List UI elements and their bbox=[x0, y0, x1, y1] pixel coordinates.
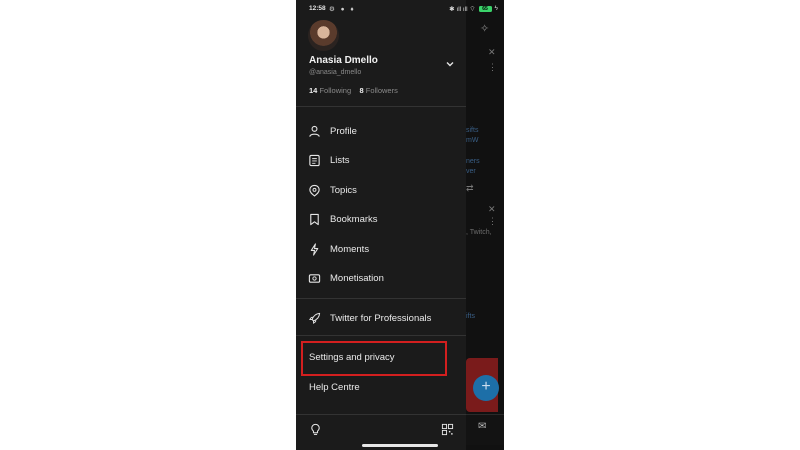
money-icon bbox=[308, 272, 321, 285]
bg-text: ifts bbox=[466, 313, 475, 320]
following-count: 14 bbox=[309, 86, 318, 95]
home-indicator[interactable] bbox=[362, 444, 438, 447]
bg-text: ver bbox=[466, 168, 476, 175]
topic-icon bbox=[308, 184, 321, 197]
menu-item-lists[interactable]: Lists bbox=[308, 151, 350, 169]
bg-text: ners bbox=[466, 158, 480, 165]
profile-handle: @anasia_dmello bbox=[309, 69, 362, 76]
phone-screen: ✕ ⋮ sifts mW ners ver ⇄ ✕ ⋮ , Twitch, if… bbox=[296, 0, 504, 450]
bookmark-icon bbox=[308, 213, 321, 226]
menu-item-label: Monetisation bbox=[330, 272, 384, 284]
menu-item-label: Profile bbox=[330, 125, 357, 137]
followers-count: 8 bbox=[359, 86, 364, 95]
menu-item-label: Bookmarks bbox=[330, 213, 378, 225]
menu-item-label: Lists bbox=[330, 154, 350, 166]
qr-code-icon[interactable] bbox=[441, 423, 454, 441]
divider bbox=[296, 335, 466, 336]
following-link[interactable]: 14 Following bbox=[309, 86, 351, 95]
charging-icon: ϟ bbox=[494, 5, 498, 12]
lightning-icon bbox=[308, 242, 321, 256]
bg-text: mW bbox=[466, 137, 479, 144]
menu-item-moments[interactable]: Moments bbox=[308, 240, 369, 258]
menu-item-profile[interactable]: Profile bbox=[308, 122, 357, 140]
menu-item-bookmarks[interactable]: Bookmarks bbox=[308, 210, 378, 228]
person-icon bbox=[308, 125, 321, 138]
more-icon: ⋮ bbox=[488, 62, 497, 72]
following-label: Following bbox=[319, 86, 352, 95]
follow-stats: 14 Following 8 Followers bbox=[309, 86, 398, 95]
profile-name: Anasia Dmello bbox=[309, 55, 378, 66]
notification-icons: ⚙ ● ♦ bbox=[329, 6, 356, 13]
mail-icon[interactable]: ✉ bbox=[478, 421, 486, 432]
status-bar: 12:58 ⚙ ● ♦ ✱ ıll ıll ⌔ 65 ϟ bbox=[296, 0, 504, 18]
navigation-drawer: Anasia Dmello @anasia_dmello 14 Followin… bbox=[296, 0, 466, 450]
sparkle-icon[interactable]: ✧ bbox=[480, 22, 489, 35]
close-icon: ✕ bbox=[488, 204, 496, 214]
followers-link[interactable]: 8 Followers bbox=[359, 86, 397, 95]
chevron-down-icon[interactable] bbox=[445, 56, 455, 67]
followers-label: Followers bbox=[365, 86, 398, 95]
divider bbox=[296, 106, 466, 107]
compose-button[interactable]: + bbox=[473, 375, 499, 401]
background-bottom-nav: ✉ bbox=[466, 414, 504, 445]
battery-icon: 65 bbox=[478, 5, 492, 12]
menu-item-monetisation[interactable]: Monetisation bbox=[308, 269, 384, 287]
avatar[interactable] bbox=[308, 20, 339, 51]
signal-icons: ✱ ıll ıll ⌔ bbox=[449, 6, 476, 13]
menu-item-label: Topics bbox=[330, 184, 357, 196]
bg-text: , Twitch, bbox=[466, 229, 492, 236]
more-icon: ⋮ bbox=[488, 216, 497, 226]
bg-text: sifts bbox=[466, 127, 479, 134]
menu-item-help-centre[interactable]: Help Centre bbox=[309, 382, 360, 393]
share-icon: ⇄ bbox=[466, 183, 474, 193]
menu-item-label: Twitter for Professionals bbox=[330, 312, 432, 324]
highlight-box bbox=[301, 341, 447, 376]
lightbulb-icon[interactable] bbox=[309, 423, 322, 441]
close-icon: ✕ bbox=[488, 47, 496, 57]
status-time: 12:58 bbox=[309, 5, 326, 12]
divider bbox=[296, 298, 466, 299]
system-icons: ✱ ıll ıll ⌔ 65 ϟ bbox=[449, 4, 498, 13]
rocket-icon bbox=[308, 312, 321, 325]
menu-item-twitter-for-professionals[interactable]: Twitter for Professionals bbox=[308, 309, 431, 327]
list-icon bbox=[308, 154, 321, 167]
menu-item-topics[interactable]: Topics bbox=[308, 181, 357, 199]
menu-item-label: Moments bbox=[330, 243, 370, 255]
